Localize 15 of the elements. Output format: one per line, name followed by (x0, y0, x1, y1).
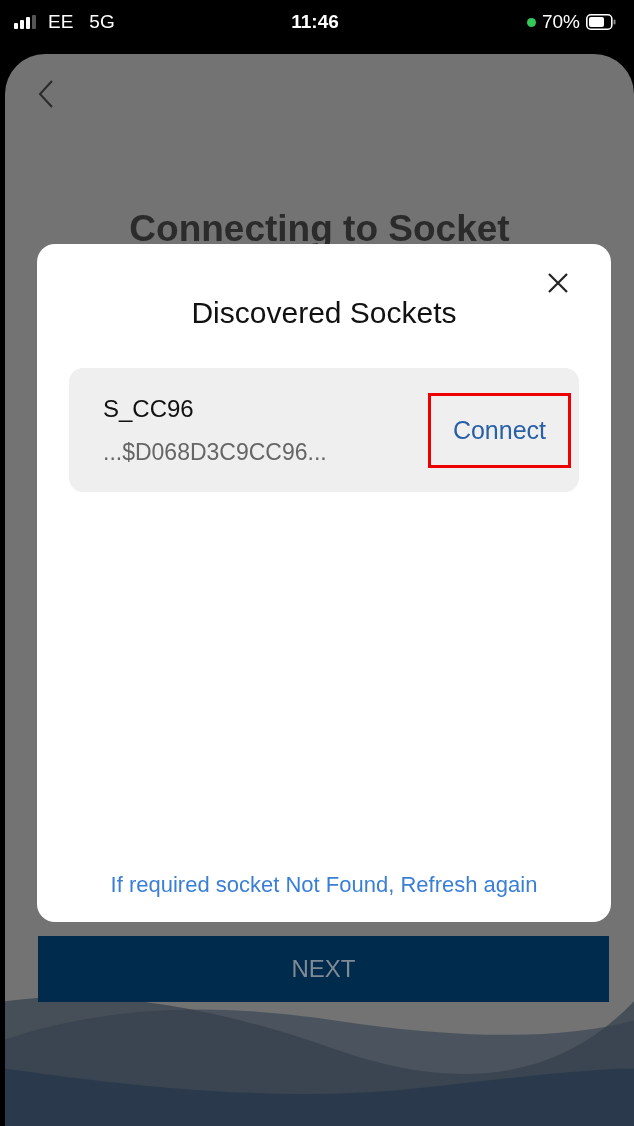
network-type: 5G (89, 11, 115, 33)
dialog-title: Discovered Sockets (191, 296, 457, 330)
screen-title: Connecting to Socket (128, 208, 511, 250)
battery-percent: 70% (541, 11, 580, 33)
next-button[interactable]: NEXT (38, 936, 609, 1002)
close-icon[interactable] (547, 272, 569, 294)
socket-name: S_CC96 (103, 394, 195, 423)
back-icon[interactable] (38, 80, 54, 108)
carrier-name: EE (48, 11, 74, 33)
refresh-link[interactable]: If required socket Not Found, Refresh again (110, 872, 538, 898)
connect-button[interactable]: Connect (427, 392, 571, 468)
battery-icon (586, 14, 616, 30)
indicator-dot-icon (526, 17, 536, 27)
socket-address: ...$D068D3C9CC96... (103, 438, 327, 466)
clock-time: 11:46 (291, 11, 339, 33)
